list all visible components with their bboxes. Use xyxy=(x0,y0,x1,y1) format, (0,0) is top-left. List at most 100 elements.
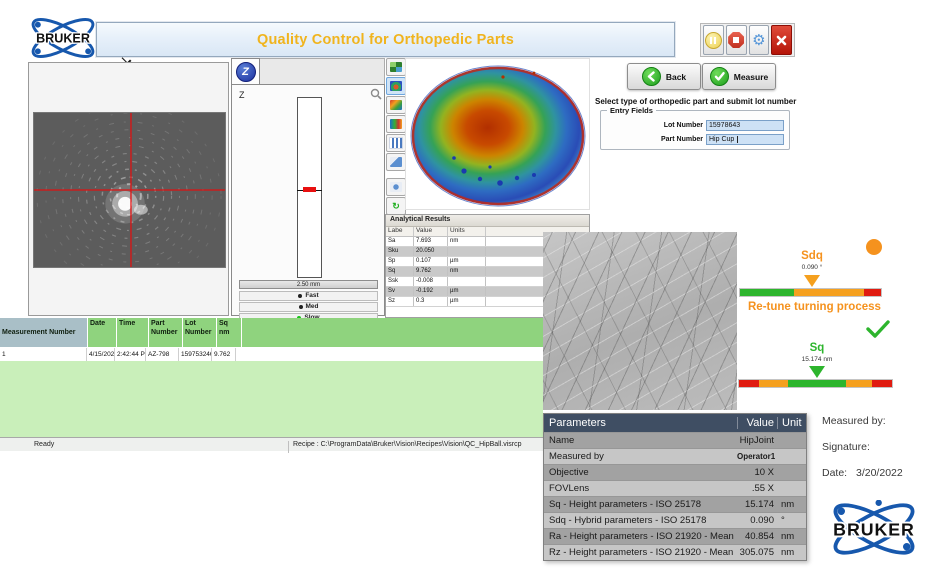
multi-region-icon-button[interactable] xyxy=(386,96,406,114)
analysis-toolbar: ↻A xyxy=(386,58,405,235)
bruker-logo: BRUKER xyxy=(26,14,100,62)
check-icon xyxy=(710,67,729,86)
green-zone xyxy=(740,289,794,296)
measure-button[interactable]: Measure xyxy=(702,63,776,90)
surface-texture-image xyxy=(543,232,737,410)
measured-by-label: Measured by: xyxy=(822,415,886,427)
parameters-table: Parameters Value Unit NameHipJointMeasur… xyxy=(543,413,807,561)
parameter-row: NameHipJoint xyxy=(544,432,806,448)
back-arrow-icon xyxy=(642,67,661,86)
sq-gauge-value: 15.174 nm xyxy=(787,356,847,363)
date-label: Date: xyxy=(822,467,847,479)
red-zone xyxy=(739,380,759,387)
z-position-value: 2.50 mm xyxy=(239,280,378,289)
parameter-name: Sq - Height parameters - ISO 25178 xyxy=(544,499,737,510)
back-button[interactable]: Back xyxy=(627,63,701,90)
date-value: 3/20/2022 xyxy=(856,467,903,479)
measurement-table-header: Measurement NumberDateTimePart NumberLot… xyxy=(0,318,543,348)
measurement-table-body xyxy=(0,361,543,437)
measurement-cell: 1 xyxy=(0,348,87,361)
value-col-header: Value xyxy=(737,417,777,429)
3d-surface-view-icon xyxy=(390,81,402,91)
pause-icon xyxy=(705,32,722,49)
lot-number-row: Lot Number 15978643 xyxy=(605,120,784,131)
refresh-icon-button[interactable]: ↻ xyxy=(386,197,406,215)
measurement-cell: 9.762 xyxy=(212,348,236,361)
parameter-unit: nm xyxy=(777,531,806,542)
settings-button[interactable]: ⚙ xyxy=(749,25,770,55)
pass-check-icon xyxy=(866,320,890,339)
z-axis-label: Z xyxy=(239,90,245,100)
title-bar: Quality Control for Orthopedic Parts xyxy=(96,22,675,57)
signature-label: Signature: xyxy=(822,441,870,453)
measurement-cell: 1597532468 xyxy=(179,348,212,361)
parameter-row: Objective10 X xyxy=(544,464,806,480)
analytical-results-title: Analytical Results xyxy=(386,215,589,227)
pause-button[interactable] xyxy=(703,25,724,55)
magnifier-icon[interactable] xyxy=(370,88,382,100)
tab-z[interactable]: Z xyxy=(231,58,260,84)
surface-data-icon-button[interactable] xyxy=(386,58,406,76)
parameter-value: .55 X xyxy=(737,483,777,494)
stats-panel-icon-button[interactable] xyxy=(386,153,406,171)
orange-zone xyxy=(794,289,865,296)
bruker-logo-footer-text: BRUKER xyxy=(833,520,915,540)
sdq-pointer-icon xyxy=(804,275,820,287)
analytical-cell xyxy=(448,247,486,256)
color-image-icon-button[interactable] xyxy=(386,115,406,133)
analytical-cell: 20.050 xyxy=(414,247,448,256)
parameter-row: Rz - Height parameters - ISO 21920 - Mea… xyxy=(544,544,806,560)
measurement-table-row[interactable]: 14/15/20222:42:44 PMAZ-79815975324689.76… xyxy=(0,348,543,361)
retune-message: Re-tune turning process xyxy=(748,301,881,313)
status-ready: Ready xyxy=(34,441,54,448)
analytical-cell: Ssk xyxy=(386,277,414,286)
measurement-cell: 4/15/2022 xyxy=(87,348,115,361)
unit-col-header: Unit xyxy=(777,417,806,429)
z-tab-icon: Z xyxy=(236,62,256,82)
warning-dot-icon xyxy=(866,239,882,255)
sdq-gauge-label: Sdq xyxy=(782,250,842,262)
gear-icon: ⚙ xyxy=(752,33,765,48)
window-controls: ⚙ xyxy=(700,23,795,57)
3d-surface-view-icon-button[interactable] xyxy=(386,77,406,95)
analytical-cell: 7.693 xyxy=(414,237,448,246)
bruker-logo-footer: BRUKER xyxy=(824,500,924,558)
close-button[interactable] xyxy=(771,25,792,55)
speed-option-label: Med xyxy=(306,304,319,311)
analytical-col-header: Units xyxy=(448,227,486,236)
parameters-col-header: Parameters xyxy=(544,417,737,429)
parameter-row: Sq - Height parameters - ISO 2517815.174… xyxy=(544,496,806,512)
parameter-value: 305.075 xyxy=(737,547,777,558)
speed-option-med[interactable]: Med xyxy=(239,302,378,312)
back-button-label: Back xyxy=(666,72,686,82)
analytical-cell: 0.3 xyxy=(414,297,448,306)
surface-data-icon xyxy=(390,62,402,72)
measurement-col-header: Lot Number xyxy=(183,318,217,348)
histogram-icon-button[interactable] xyxy=(386,134,406,152)
measure-button-label: Measure xyxy=(734,72,769,82)
parameter-unit: nm xyxy=(777,499,806,510)
speed-option-fast[interactable]: Fast xyxy=(239,291,378,301)
hardware-settings-icon-button[interactable] xyxy=(386,178,406,196)
measurement-cell: AZ-798 xyxy=(146,348,179,361)
text-cursor xyxy=(737,136,738,143)
stop-button[interactable] xyxy=(726,25,747,55)
parameter-row: Sdq - Hybrid parameters - ISO 251780.090… xyxy=(544,512,806,528)
entry-fields-group: Lot Number 15978643 Part Number Hip Cup xyxy=(600,110,790,150)
analytical-cell: -0.192 xyxy=(414,287,448,296)
interferometry-fringe-image xyxy=(33,112,226,268)
hardware-settings-icon xyxy=(390,182,402,192)
part-number-input[interactable]: Hip Cup xyxy=(706,134,784,145)
analytical-col-header: Value xyxy=(414,227,448,236)
multi-region-icon xyxy=(390,100,402,110)
analytical-cell: Sku xyxy=(386,247,414,256)
z-slider-handle[interactable] xyxy=(303,187,316,192)
lot-number-input[interactable]: 15978643 xyxy=(706,120,784,131)
analytical-cell: µm xyxy=(448,257,486,266)
part-number-row: Part Number Hip Cup xyxy=(605,134,784,145)
instruction-text: Select type of orthopedic part and submi… xyxy=(595,97,805,106)
bruker-logo-text: BRUKER xyxy=(36,31,90,45)
parameter-name: Objective xyxy=(544,467,737,478)
speed-option-label: Fast xyxy=(305,293,318,300)
analytical-cell: µm xyxy=(448,287,486,296)
